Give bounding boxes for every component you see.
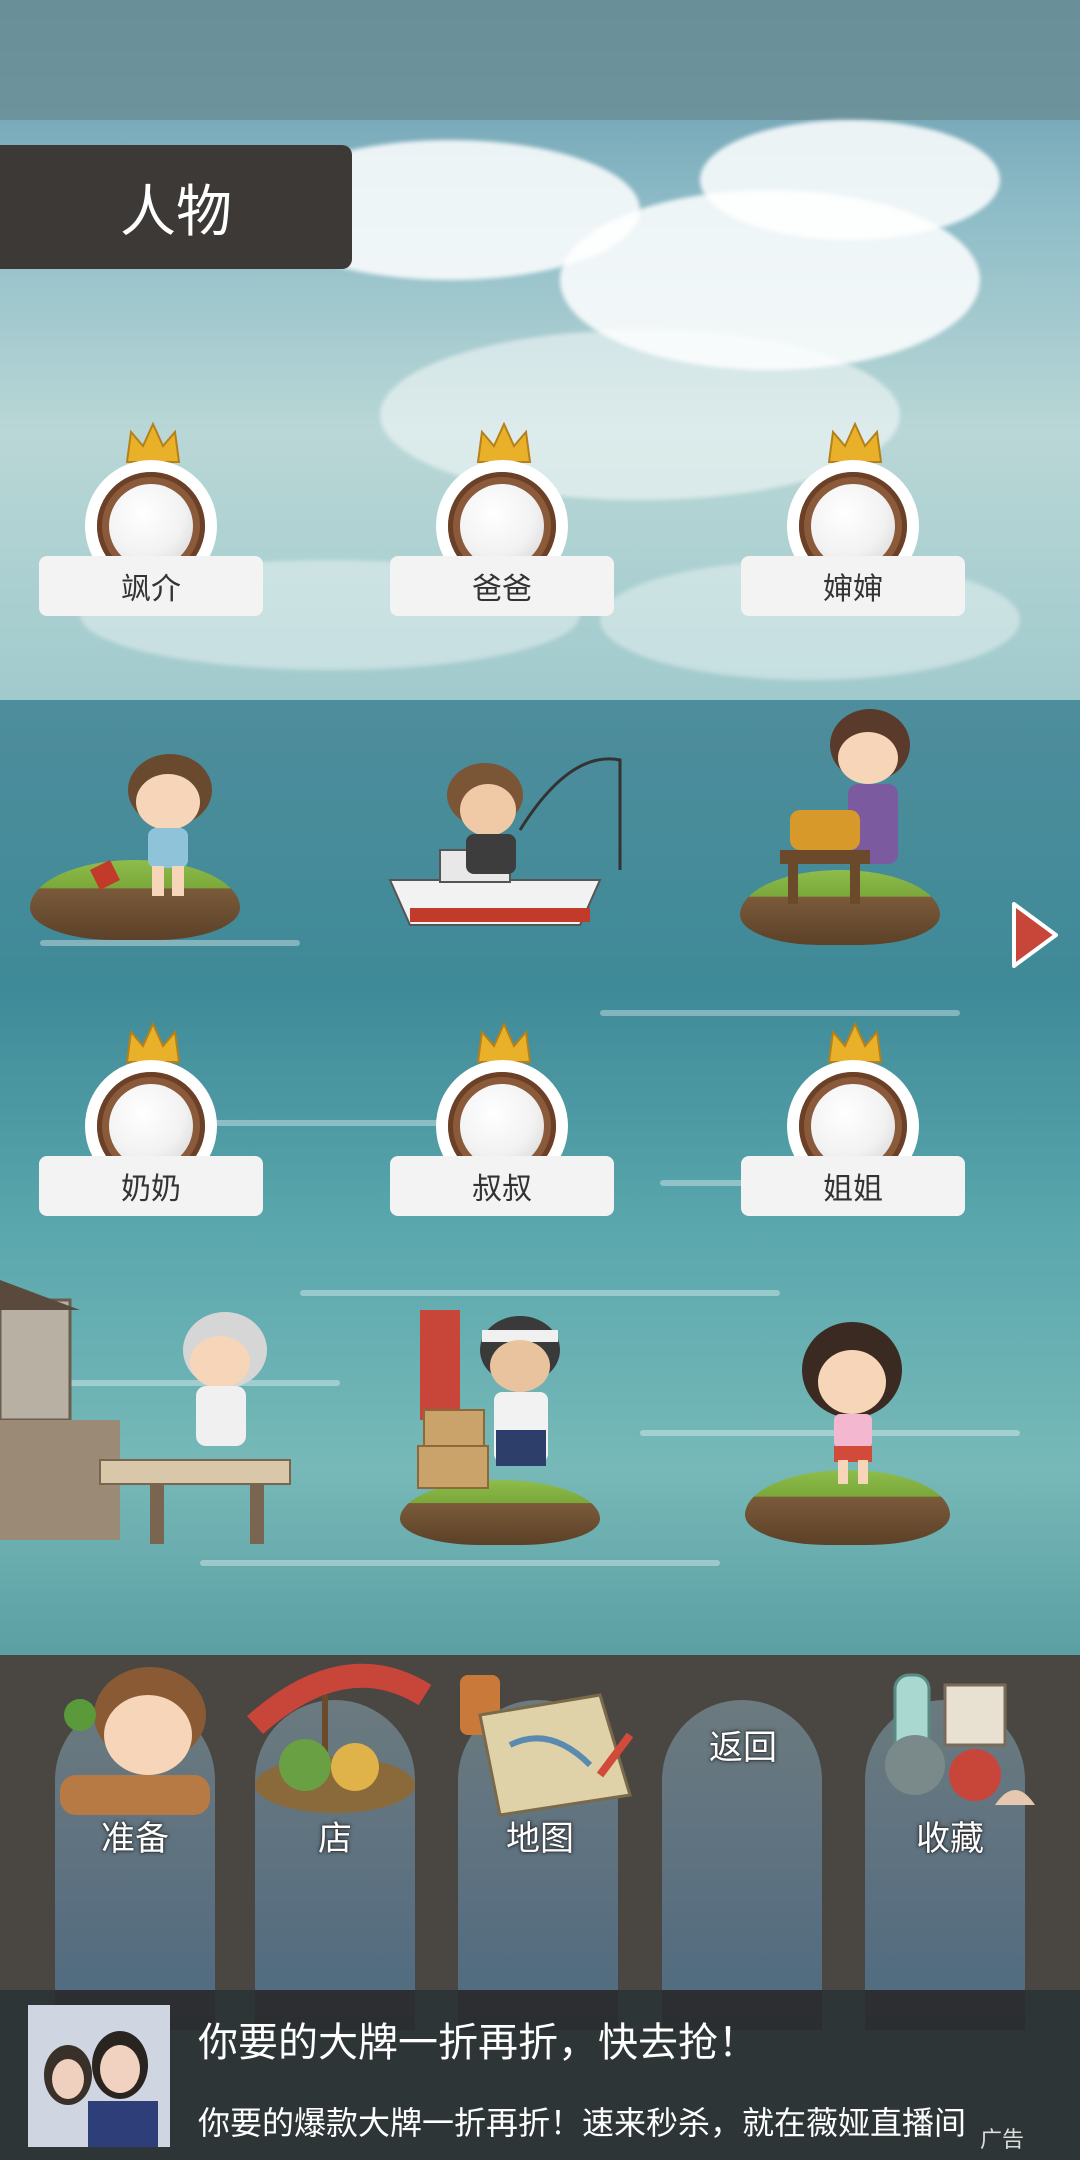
uncle-shop-icon [417,1310,560,1489]
menu-label: 返回 [709,1728,777,1768]
character-name: 姐姐 [823,1172,883,1207]
wave [200,1560,720,1566]
menu-label: 地图 [506,1819,574,1859]
character-name: 飒介 [121,572,181,607]
uncle-figure[interactable] [390,1290,610,1550]
wave [600,1010,960,1016]
page-title: 人物 [120,179,232,245]
menu-collection-button[interactable]: 收藏 [855,1655,1045,1865]
character-name-pill: 叔叔 [390,1156,614,1216]
character-slot-sister[interactable]: 姐姐 [741,1020,965,1220]
grandma-figure[interactable] [0,1240,300,1560]
fishing-boat-icon [388,757,622,926]
character-slot-grandma[interactable]: 奶奶 [39,1020,263,1220]
girl-character-icon [802,1322,902,1484]
menu-label: 收藏 [916,1819,984,1859]
aunt-cooking-icon [780,709,910,904]
character-name-pill: 婶婶 [741,556,965,616]
character-slot-dad[interactable]: 爸爸 [390,420,614,620]
page-title-tab: 人物 [0,145,352,269]
character-name: 奶奶 [121,1172,181,1207]
ad-title[interactable]: 你要的大牌一折再折，快去抢！ [198,2010,758,2068]
sister-figure[interactable] [740,1320,960,1550]
ad-thumbnail[interactable] [28,2005,170,2147]
character-name: 婶婶 [823,572,883,607]
character-name-pill: 飒介 [39,556,263,616]
character-name: 叔叔 [472,1172,532,1207]
menu-shop-button[interactable]: 店 [235,1655,435,1865]
character-slot-uncle[interactable]: 叔叔 [390,1020,614,1220]
menu-prepare-button[interactable]: 准备 [40,1655,230,1865]
collection-icon [885,1673,1035,1805]
character-slot-aunt[interactable]: 婶婶 [741,420,965,620]
map-icon [460,1675,634,1817]
dad-figure[interactable] [380,740,640,940]
boy-portrait-icon [60,1667,210,1815]
ad-photo-icon [28,2005,170,2147]
market-stall-icon [247,1663,432,1813]
ad-subtitle[interactable]: 你要的爆款大牌一折再折！速来秒杀，就在薇娅直播间 [198,2098,966,2144]
next-page-arrow-icon[interactable] [1010,900,1060,970]
menu-back-button[interactable]: 返回 [648,1700,838,1820]
character-name-pill: 爸爸 [390,556,614,616]
aunt-figure[interactable] [730,700,960,950]
character-slot-sousuke[interactable]: 飒介 [39,420,263,620]
character-name-pill: 奶奶 [39,1156,263,1216]
menu-label: 店 [318,1819,352,1859]
status-bar-area [0,0,1080,120]
menu-map-button[interactable]: 地图 [440,1655,640,1865]
character-name-pill: 姐姐 [741,1156,965,1216]
sousuke-figure[interactable] [30,740,250,950]
ad-label: 广告 [980,2128,1025,2153]
boy-character-icon [90,754,212,896]
menu-label: 准备 [101,1819,169,1859]
character-name: 爸爸 [472,572,532,607]
pier-house-icon [0,1280,291,1544]
cloud [700,120,1000,240]
